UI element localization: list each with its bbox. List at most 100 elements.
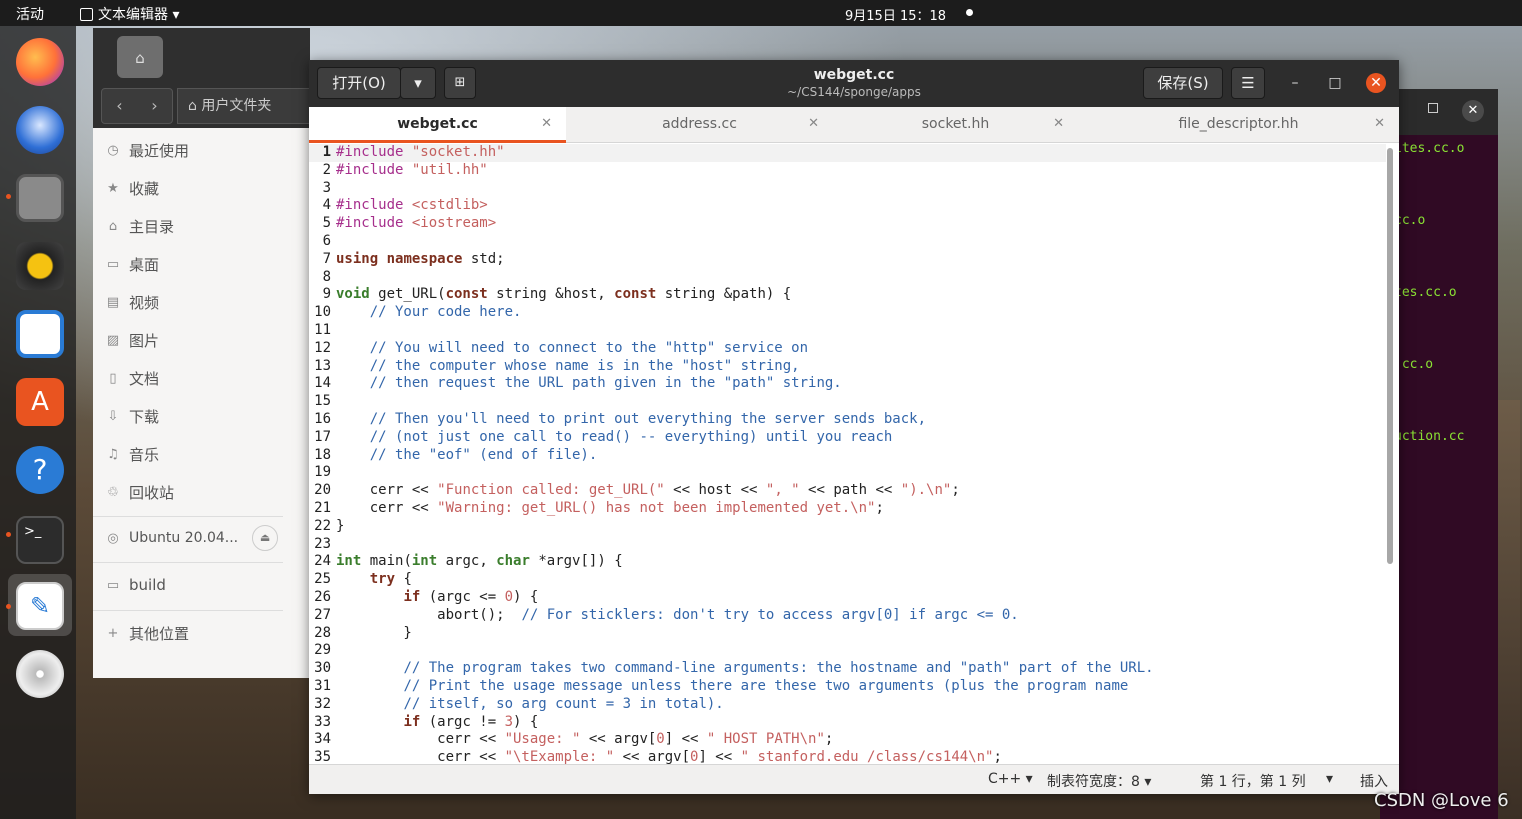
close-icon[interactable]: ✕: [541, 107, 552, 141]
code-line[interactable]: 29: [309, 642, 1386, 660]
cursor-position[interactable]: 第 1 行，第 1 列: [1200, 771, 1306, 791]
home-icon[interactable]: ⌂: [117, 36, 163, 78]
code-line[interactable]: 23: [309, 536, 1386, 554]
sidebar-item-label: build: [129, 576, 166, 594]
code-line[interactable]: 11: [309, 322, 1386, 340]
chevron-down-icon[interactable]: ▾: [1326, 771, 1333, 787]
code-line[interactable]: 19: [309, 464, 1386, 482]
code-text: // itself, so arg count = 3 in total).: [403, 695, 724, 712]
thunderbird-icon[interactable]: [16, 106, 64, 154]
code-line[interactable]: 18 // the "eof" (end of file).: [309, 447, 1386, 465]
tab-file-descriptor-hh[interactable]: file_descriptor.hh ✕: [1078, 107, 1399, 143]
save-button[interactable]: 保存(S): [1143, 67, 1223, 99]
code-line[interactable]: 12 // You will need to connect to the "h…: [309, 340, 1386, 358]
code-line[interactable]: 24 int main(int argc, char *argv[]) {: [309, 553, 1386, 571]
code-line[interactable]: 3: [309, 180, 1386, 198]
divider: [93, 610, 283, 611]
code-line[interactable]: 31 // Print the usage message unless the…: [309, 678, 1386, 696]
app-menu-label: 文本编辑器 ▾: [98, 7, 180, 23]
software-icon[interactable]: A: [16, 378, 64, 426]
sidebar-item-starred[interactable]: ★ 收藏: [105, 176, 159, 200]
breadcrumb[interactable]: ⌂ 用户文件夹: [177, 88, 310, 124]
code-line[interactable]: 35 cerr << "\tExample: " << argv[0] << "…: [309, 749, 1386, 764]
writer-icon[interactable]: [16, 310, 64, 358]
divider: [93, 562, 283, 563]
tab-address-cc[interactable]: address.cc ✕: [566, 107, 833, 143]
maximize-icon[interactable]: [1428, 103, 1438, 113]
code-line[interactable]: 10 // Your code here.: [309, 304, 1386, 322]
minimize-icon[interactable]: –: [1285, 73, 1305, 93]
code-line[interactable]: 15: [309, 393, 1386, 411]
code-line[interactable]: 13 // the computer whose name is in the …: [309, 358, 1386, 376]
sidebar-item-label: 回收站: [129, 483, 175, 502]
menu-button[interactable]: ☰: [1231, 67, 1265, 99]
line-number: 23: [314, 535, 331, 552]
close-icon[interactable]: ✕: [1374, 107, 1385, 141]
activities-button[interactable]: 活动: [16, 4, 44, 24]
code-line[interactable]: 34 cerr << "Usage: " << argv[0] << " HOS…: [309, 731, 1386, 749]
code-line[interactable]: 30 // The program takes two command-line…: [309, 660, 1386, 678]
code-line[interactable]: 8: [309, 269, 1386, 287]
forward-button[interactable]: ›: [137, 89, 172, 123]
sidebar-item-label: 其他位置: [129, 624, 190, 643]
code-line[interactable]: 25 try {: [309, 571, 1386, 589]
sidebar-item-downloads[interactable]: ⇩ 下载: [105, 404, 159, 428]
scrollbar[interactable]: [1387, 148, 1393, 564]
terminal-icon[interactable]: >_: [16, 516, 64, 564]
sidebar-item-label: Ubuntu 20.04...: [129, 530, 239, 546]
code-line[interactable]: 7 using namespace std;: [309, 251, 1386, 269]
code-line[interactable]: 33 if (argc != 3) {: [309, 714, 1386, 732]
sidebar-item-documents[interactable]: ▯ 文档: [105, 366, 159, 390]
status-bar: C++ ▾ 制表符宽度：8 ▾ 第 1 行，第 1 列 ▾ 插入: [309, 764, 1399, 794]
code-line[interactable]: 14 // then request the URL path given in…: [309, 375, 1386, 393]
language-selector[interactable]: C++ ▾: [988, 771, 1033, 787]
tab-webget-cc[interactable]: webget.cc ✕: [309, 107, 566, 143]
line-number: 32: [314, 695, 331, 712]
clock[interactable]: 9月15日 15：18: [845, 5, 946, 24]
sidebar-item-other-locations[interactable]: + 其他位置: [105, 621, 189, 645]
eject-icon[interactable]: ⏏: [252, 525, 279, 551]
close-icon[interactable]: ✕: [1053, 107, 1064, 141]
sidebar-item-desktop[interactable]: ▭ 桌面: [105, 252, 159, 276]
text-editor-dock-icon[interactable]: ✎: [16, 582, 64, 630]
code-line[interactable]: 22}: [309, 518, 1386, 536]
code-line[interactable]: 6: [309, 233, 1386, 251]
close-icon[interactable]: ✕: [1462, 100, 1484, 122]
help-icon[interactable]: ?: [16, 446, 64, 494]
close-icon[interactable]: ✕: [1366, 73, 1386, 93]
code-line[interactable]: 27 abort(); // For sticklers: don't try …: [309, 607, 1386, 625]
sidebar-item-videos[interactable]: ▤ 视频: [105, 290, 159, 314]
code-line[interactable]: 5 #include <iostream>: [309, 215, 1386, 233]
code-line[interactable]: 16 // Then you'll need to print out ever…: [309, 411, 1386, 429]
code-line[interactable]: 4 #include <cstdlib>: [309, 197, 1386, 215]
sidebar-item-build[interactable]: ▭ build: [105, 573, 166, 597]
code-line[interactable]: 17 // (not just one call to read() -- ev…: [309, 429, 1386, 447]
line-number: 22: [314, 517, 331, 534]
sidebar-item-trash[interactable]: ♲ 回收站: [105, 480, 174, 504]
sidebar-item-drive[interactable]: ◎ Ubuntu 20.04... ⏏: [105, 525, 279, 551]
firefox-icon[interactable]: [16, 38, 64, 86]
code-line[interactable]: 26 if (argc <= 0) {: [309, 589, 1386, 607]
code-line[interactable]: 20 cerr << "Function called: get_URL(" <…: [309, 482, 1386, 500]
text-editor-icon: [80, 7, 93, 21]
sidebar-item-pictures[interactable]: ▨ 图片: [105, 328, 159, 352]
code-line[interactable]: 28 }: [309, 625, 1386, 643]
dvd-icon[interactable]: [16, 650, 64, 698]
tab-width-selector[interactable]: 制表符宽度：8 ▾: [1047, 771, 1151, 791]
code-line[interactable]: 21 cerr << "Warning: get_URL() has not b…: [309, 500, 1386, 518]
sidebar-item-home[interactable]: ⌂ 主目录: [105, 214, 174, 238]
close-icon[interactable]: ✕: [808, 107, 819, 141]
tab-socket-hh[interactable]: socket.hh ✕: [833, 107, 1078, 143]
rhythmbox-icon[interactable]: [16, 242, 64, 290]
app-menu[interactable]: 文本编辑器 ▾: [80, 4, 179, 24]
back-button[interactable]: ‹: [102, 89, 137, 123]
files-icon[interactable]: [16, 174, 64, 222]
code-line[interactable]: 2 #include "util.hh": [309, 162, 1386, 180]
code-line[interactable]: 32 // itself, so arg count = 3 in total)…: [309, 696, 1386, 714]
sidebar-item-recent[interactable]: ◷ 最近使用: [105, 138, 189, 162]
sidebar-item-music[interactable]: ♫ 音乐: [105, 442, 159, 466]
maximize-icon[interactable]: □: [1325, 73, 1345, 93]
code-line[interactable]: 1 #include "socket.hh": [309, 144, 1386, 162]
code-line[interactable]: 9 void get_URL(const string &host, const …: [309, 286, 1386, 304]
code-view[interactable]: 1 #include "socket.hh" 2 #include "util.hh"…: [309, 144, 1386, 764]
